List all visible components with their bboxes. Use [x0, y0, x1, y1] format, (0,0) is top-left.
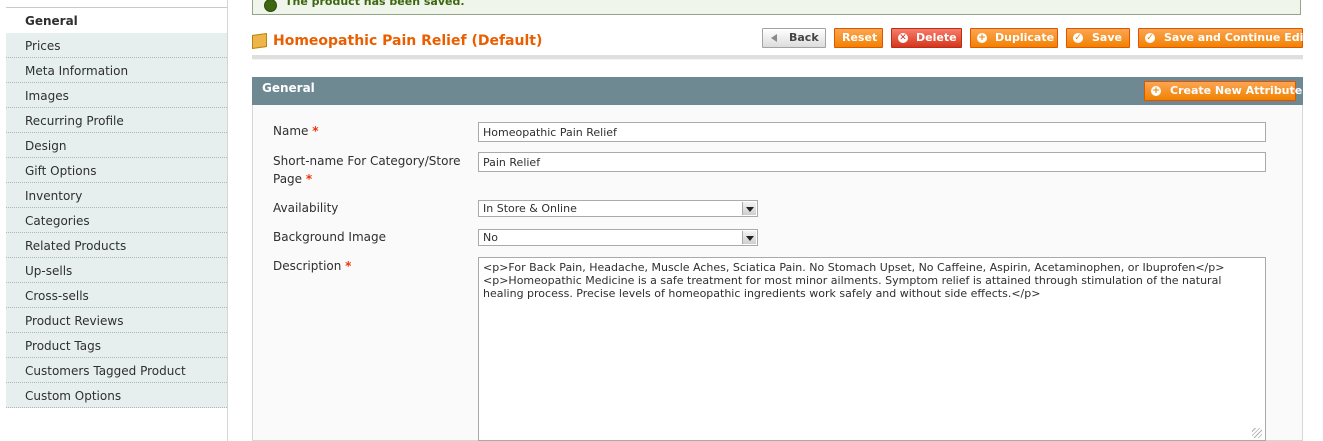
availability-label-text: Availability: [273, 201, 339, 215]
availability-selected-value: In Store & Online: [483, 202, 577, 215]
description-label: Description *: [273, 257, 351, 275]
background-image-selected-value: No: [483, 231, 498, 244]
shortname-label-line2-text: Page: [273, 172, 303, 186]
shortname-label-line2: Page *: [273, 170, 461, 188]
back-button-label: Back: [789, 31, 819, 44]
tab-list: Prices Meta Information Images Recurring…: [6, 33, 227, 408]
product-box-icon: [252, 32, 267, 50]
duplicate-button-label: Duplicate: [995, 31, 1055, 44]
background-image-label-text: Background Image: [273, 230, 386, 244]
required-mark: *: [312, 124, 319, 138]
tab-cross-sells[interactable]: Cross-sells: [6, 283, 227, 308]
tab-meta-information[interactable]: Meta Information: [6, 58, 227, 83]
tab-related-products[interactable]: Related Products: [6, 233, 227, 258]
name-label-text: Name: [273, 124, 309, 138]
section-title: General: [262, 81, 315, 95]
shortname-label-line1: Short-name For Category/Store: [273, 154, 461, 168]
tab-label: Prices: [25, 39, 61, 53]
tab-label: Recurring Profile: [25, 114, 124, 128]
tab-label: Gift Options: [25, 164, 97, 178]
tab-prices[interactable]: Prices: [6, 33, 227, 58]
tab-label: Inventory: [25, 189, 83, 203]
tab-categories[interactable]: Categories: [6, 208, 227, 233]
tab-label: Custom Options: [25, 389, 122, 403]
checkmark-icon: ✓: [1073, 33, 1083, 43]
availability-label: Availability: [273, 199, 338, 217]
success-message: The product has been saved.: [252, 0, 1301, 15]
tab-label: Product Tags: [25, 339, 101, 353]
tab-label: Up-sells: [25, 264, 73, 278]
tab-design[interactable]: Design: [6, 133, 227, 158]
tab-label: Categories: [25, 214, 90, 228]
background-image-select[interactable]: No: [478, 229, 758, 246]
delete-icon: ✕: [898, 33, 908, 43]
description-label-text: Description: [273, 259, 342, 273]
tab-label: Meta Information: [25, 64, 129, 78]
duplicate-button[interactable]: + Duplicate: [970, 28, 1058, 48]
product-tabs-sidebar: General Prices Meta Information Images R…: [6, 0, 228, 441]
success-check-icon: [264, 0, 277, 12]
background-image-label: Background Image: [273, 228, 386, 246]
tab-inventory[interactable]: Inventory: [6, 183, 227, 208]
tab-up-sells[interactable]: Up-sells: [6, 258, 227, 283]
name-input[interactable]: [478, 122, 1266, 142]
shortname-input[interactable]: [478, 152, 1266, 172]
tab-label: Images: [25, 89, 69, 103]
shortname-label: Short-name For Category/Store Page *: [273, 152, 461, 188]
back-button[interactable]: Back: [762, 28, 826, 48]
chevron-down-icon: [742, 202, 756, 215]
back-arrow-icon: [771, 34, 777, 42]
create-new-attribute-button[interactable]: + Create New Attribute: [1144, 81, 1302, 101]
save-and-continue-edit-label: Save and Continue Edit: [1164, 31, 1309, 44]
tab-product-reviews[interactable]: Product Reviews: [6, 308, 227, 333]
header-divider: [252, 55, 1303, 60]
tab-customers-tagged-product[interactable]: Customers Tagged Product: [6, 358, 227, 383]
name-label: Name *: [273, 122, 319, 140]
save-button-label: Save: [1092, 31, 1122, 44]
description-textarea[interactable]: <p>For Back Pain, Headache, Muscle Aches…: [478, 257, 1266, 441]
resize-grip-icon[interactable]: [1252, 428, 1262, 438]
tab-product-tags[interactable]: Product Tags: [6, 333, 227, 358]
add-icon: +: [1151, 86, 1161, 96]
tab-gift-options[interactable]: Gift Options: [6, 158, 227, 183]
required-mark: *: [305, 172, 313, 186]
tab-recurring-profile[interactable]: Recurring Profile: [6, 108, 227, 133]
tab-label: Customers Tagged Product: [25, 364, 186, 378]
reset-button-label: Reset: [842, 31, 878, 44]
page-title-text: Homeopathic Pain Relief (Default): [273, 33, 543, 49]
create-new-attribute-label: Create New Attribute: [1170, 84, 1303, 97]
tab-general[interactable]: General: [6, 8, 227, 33]
add-icon: +: [977, 33, 987, 43]
tab-images[interactable]: Images: [6, 83, 227, 108]
chevron-down-icon: [742, 231, 756, 244]
tab-label: Design: [25, 139, 67, 153]
tab-general-label: General: [25, 14, 78, 28]
tab-custom-options[interactable]: Custom Options: [6, 383, 227, 408]
tab-label: Related Products: [25, 239, 127, 253]
delete-button[interactable]: ✕ Delete: [891, 28, 962, 48]
tab-label: Cross-sells: [25, 289, 89, 303]
checkmark-icon: ✓: [1145, 33, 1155, 43]
tab-label: Product Reviews: [25, 314, 124, 328]
reset-button[interactable]: Reset: [834, 28, 883, 48]
save-button[interactable]: ✓ Save: [1066, 28, 1130, 48]
delete-button-label: Delete: [916, 31, 957, 44]
availability-select[interactable]: In Store & Online: [478, 200, 758, 217]
required-mark: *: [345, 259, 352, 273]
save-and-continue-edit-button[interactable]: ✓ Save and Continue Edit: [1138, 28, 1309, 48]
success-message-text: The product has been saved.: [285, 0, 465, 8]
